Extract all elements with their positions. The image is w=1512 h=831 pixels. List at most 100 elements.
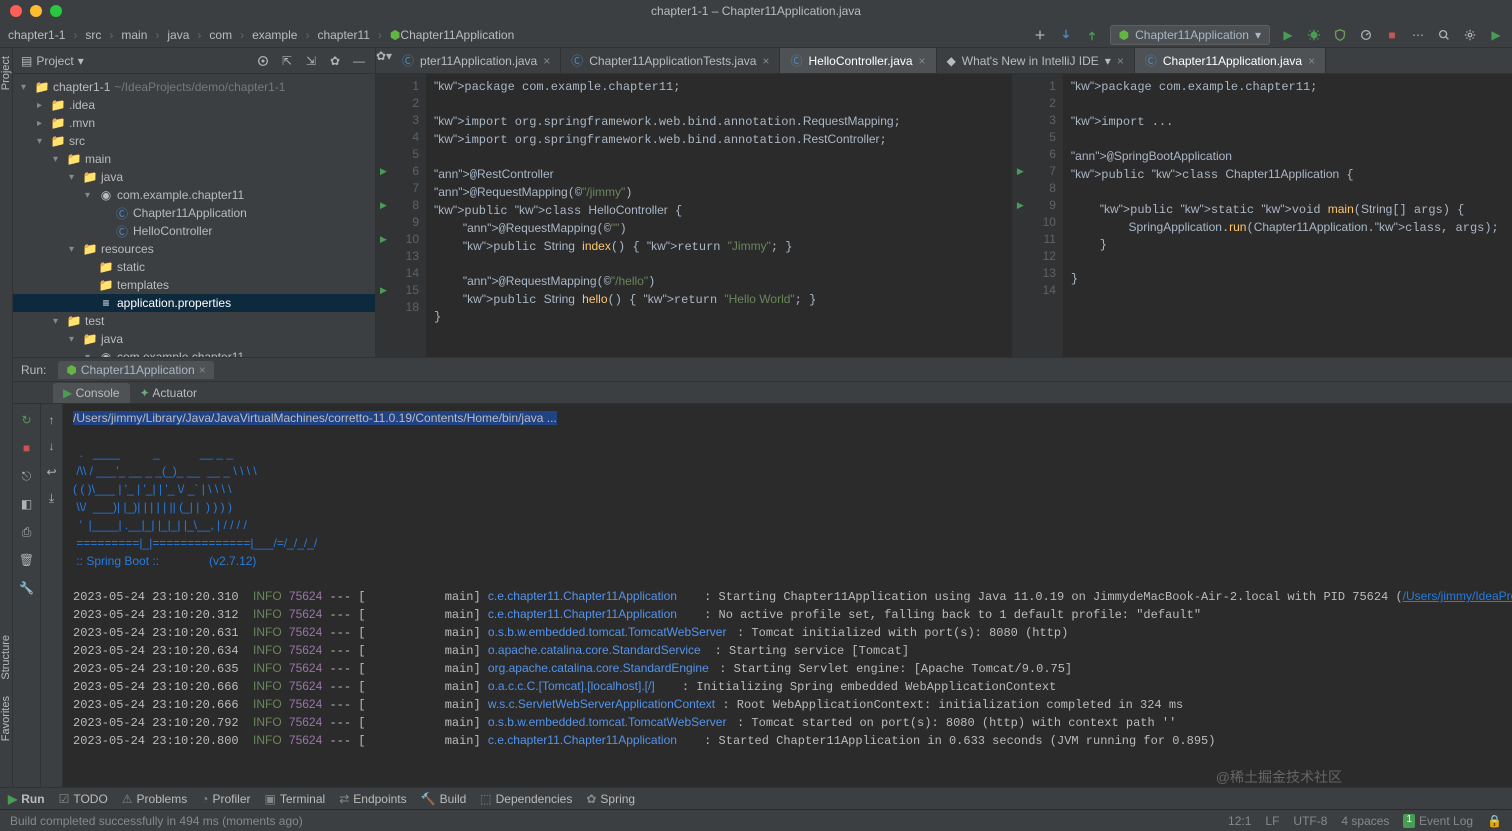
bottom-tab-terminal[interactable]: ▣ Terminal	[265, 792, 326, 806]
close-icon[interactable]	[10, 5, 22, 17]
maximize-icon[interactable]	[50, 5, 62, 17]
tree-item[interactable]: 📁templates	[13, 276, 375, 294]
stop-button[interactable]: ■	[1384, 27, 1400, 43]
exit-icon[interactable]: ⎋	[19, 468, 35, 484]
tree-item[interactable]: ▾◉com.example.chapter11	[13, 348, 375, 357]
tree-item[interactable]: ▸📁.mvn	[13, 114, 375, 132]
bottom-tab-build[interactable]: 🔨 Build	[421, 792, 467, 806]
editor-pane-left[interactable]: 1234567891013141518 "kw">package com.exa…	[376, 74, 1013, 357]
line-ending[interactable]: LF	[1265, 814, 1279, 828]
tree-item[interactable]: ▾📁java	[13, 168, 375, 186]
gutter-left[interactable]: 1234567891013141518	[376, 74, 426, 357]
run-tab[interactable]: ⬢ Chapter11Application ×	[58, 361, 213, 379]
collapse-all-icon[interactable]: ⇲	[303, 53, 319, 69]
tree-item[interactable]: ▸📁.idea	[13, 96, 375, 114]
editor-pane-right[interactable]: 123567891011121314 "kw">package com.exam…	[1013, 74, 1512, 357]
run-button[interactable]: ▶	[1280, 27, 1296, 43]
tree-item[interactable]: ▾📁java	[13, 330, 375, 348]
coverage-button[interactable]	[1332, 27, 1348, 43]
editor-tab[interactable]: ◆What's New in IntelliJ IDE▾×	[937, 48, 1135, 73]
close-icon[interactable]: ×	[762, 54, 769, 68]
vcs-down-icon[interactable]	[1058, 27, 1074, 43]
vcs-up-icon[interactable]	[1084, 27, 1100, 43]
editor-region: ▤ Project ▾ ⇱ ⇲ ✿ — ▾📁chapter1-1 ~/IdeaP…	[13, 48, 1512, 357]
tree-item[interactable]: ▾📁chapter1-1 ~/IdeaProjects/demo/chapter…	[13, 78, 375, 96]
actuator-subtab[interactable]: ✦ Actuator	[130, 383, 207, 403]
add-config-icon[interactable]	[1032, 27, 1048, 43]
code-right[interactable]: "kw">package com.example.chapter11; "kw"…	[1063, 74, 1512, 357]
project-tool-window: ▤ Project ▾ ⇱ ⇲ ✿ — ▾📁chapter1-1 ~/IdeaP…	[13, 48, 376, 357]
tree-item[interactable]: ▾📁resources	[13, 240, 375, 258]
close-icon[interactable]: ×	[1117, 54, 1124, 68]
run-configuration-dropdown[interactable]: ⬢ Chapter11Application ▾	[1110, 25, 1270, 45]
minimize-icon[interactable]	[30, 5, 42, 17]
tree-item[interactable]: ▾◉com.example.chapter11	[13, 186, 375, 204]
scroll-icon[interactable]: ⤓	[44, 490, 60, 506]
down-icon[interactable]: ↓	[44, 438, 60, 454]
hide-icon[interactable]: —	[351, 53, 367, 69]
select-opened-icon[interactable]	[255, 53, 271, 69]
bottom-tab-profiler[interactable]: ◔ Profiler	[201, 792, 250, 806]
toolbar-right: ⬢ Chapter11Application ▾ ▶ ■ ⋯ ▶	[1032, 25, 1504, 45]
bottom-tab-spring[interactable]: ✿ Spring	[586, 792, 635, 806]
editor-tab[interactable]: ⒸChapter11Application.java×	[1135, 48, 1326, 73]
tree-item[interactable]: ⒸChapter11Application	[13, 204, 375, 222]
more-button[interactable]: ⋯	[1410, 27, 1426, 43]
search-button[interactable]	[1436, 27, 1452, 43]
debug-button[interactable]	[1306, 27, 1322, 43]
project-tree[interactable]: ▾📁chapter1-1 ~/IdeaProjects/demo/chapter…	[13, 74, 375, 357]
emulator-button[interactable]: ▶	[1488, 27, 1504, 43]
trash-icon[interactable]: 🗑	[19, 552, 35, 568]
wrench-icon[interactable]: 🔧	[19, 580, 35, 596]
close-icon[interactable]: ×	[919, 54, 926, 68]
structure-tool-tab[interactable]: Structure	[0, 635, 12, 680]
status-bar: Build completed successfully in 494 ms (…	[0, 809, 1512, 831]
project-tool-tab[interactable]: Project	[0, 56, 12, 90]
editor-group: ✿▾ Ⓒpter11Application.java×ⒸChapter11App…	[376, 48, 1512, 357]
project-view-selector[interactable]: ▤ Project ▾	[21, 54, 84, 68]
console-output[interactable]: /Users/jimmy/Library/Java/JavaVirtualMac…	[63, 404, 1512, 787]
editor-tab[interactable]: Ⓒpter11Application.java×	[392, 48, 561, 73]
close-icon[interactable]: ×	[543, 54, 550, 68]
event-badge: 1	[1403, 814, 1415, 828]
editor-tab[interactable]: ⒸChapter11ApplicationTests.java×	[561, 48, 780, 73]
project-title: Project	[36, 54, 73, 68]
tree-item[interactable]: ▾📁main	[13, 150, 375, 168]
run-label: Run:	[21, 363, 46, 377]
camera-icon[interactable]: ◧	[19, 496, 35, 512]
console-subtab[interactable]: ▶ Console	[53, 383, 130, 403]
tree-item[interactable]: ⒸHelloController	[13, 222, 375, 240]
tree-item[interactable]: ≡application.properties	[13, 294, 375, 312]
print-icon[interactable]: ⎙	[19, 524, 35, 540]
bottom-tab-todo[interactable]: ☑ TODO	[59, 792, 108, 806]
close-icon[interactable]: ×	[1308, 54, 1315, 68]
profile-button[interactable]	[1358, 27, 1374, 43]
bottom-tab-dependencies[interactable]: ⬚ Dependencies	[480, 792, 572, 806]
close-icon[interactable]: ×	[199, 363, 206, 377]
bottom-tab-endpoints[interactable]: ⇄ Endpoints	[339, 792, 406, 806]
expand-all-icon[interactable]: ⇱	[279, 53, 295, 69]
favorites-tool-tab[interactable]: Favorites	[0, 696, 12, 741]
tree-item[interactable]: 📁static	[13, 258, 375, 276]
breadcrumb[interactable]: chapter1-1›src›main›java›com›example›cha…	[8, 28, 514, 42]
event-log[interactable]: Event Log	[1419, 814, 1473, 828]
tree-item[interactable]: ▾📁test	[13, 312, 375, 330]
lock-icon[interactable]: 🔒	[1487, 814, 1502, 828]
tree-item[interactable]: ▾📁src	[13, 132, 375, 150]
bottom-tab-problems[interactable]: ⚠ Problems	[122, 792, 187, 806]
indent[interactable]: 4 spaces	[1341, 814, 1389, 828]
caret-position[interactable]: 12:1	[1228, 814, 1251, 828]
tab-settings-icon[interactable]: ✿▾	[376, 48, 392, 64]
settings-button[interactable]	[1462, 27, 1478, 43]
stop-icon[interactable]: ■	[19, 440, 35, 456]
rerun-icon[interactable]: ↻	[19, 412, 35, 428]
up-icon[interactable]: ↑	[44, 412, 60, 428]
settings-icon[interactable]: ✿	[327, 53, 343, 69]
bottom-tab-run[interactable]: ▶ Run	[8, 792, 45, 806]
wrap-icon[interactable]: ↩	[44, 464, 60, 480]
editor-tab[interactable]: ⒸHelloController.java×	[780, 48, 936, 73]
run-config-icon: ⬢	[1119, 28, 1129, 42]
code-left[interactable]: "kw">package com.example.chapter11; "kw"…	[426, 74, 1012, 357]
encoding[interactable]: UTF-8	[1293, 814, 1327, 828]
gutter-right[interactable]: 123567891011121314	[1013, 74, 1063, 357]
